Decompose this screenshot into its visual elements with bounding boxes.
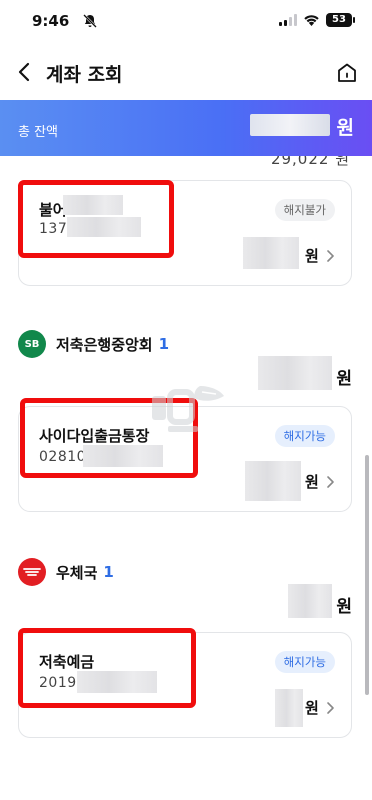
signal-icon xyxy=(279,14,297,26)
scrollbar[interactable] xyxy=(365,455,369,695)
org-header: SB 저축은행중앙회 1 xyxy=(18,330,169,358)
org-amount-unit: 원 xyxy=(336,597,352,617)
org-icon-text: SB xyxy=(24,338,40,350)
status-badge: 해지불가 xyxy=(274,199,335,221)
home-icon[interactable] xyxy=(336,62,358,84)
redacted-amount xyxy=(243,237,299,269)
korea-post-logo-icon xyxy=(18,558,46,586)
org-name: 저축은행중앙회 xyxy=(56,335,153,354)
back-icon[interactable] xyxy=(14,60,36,84)
org-header: 우체국 1 xyxy=(18,558,114,586)
redacted-amount xyxy=(245,461,301,501)
redacted-amount xyxy=(258,356,332,390)
amount-unit: 원 xyxy=(305,473,319,491)
chevron-right-icon xyxy=(327,250,334,262)
chevron-right-icon xyxy=(327,476,334,488)
status-indicators: 53 xyxy=(279,13,355,27)
org-count: 1 xyxy=(158,335,170,353)
status-bar: 9:46 53 xyxy=(0,0,372,44)
app-header: 계좌 조회 xyxy=(0,44,372,100)
status-badge: 해지가능 xyxy=(274,425,335,447)
total-balance-unit: 원 xyxy=(336,117,354,139)
org-count: 1 xyxy=(103,563,114,581)
account-list[interactable]: 29,022 원 불어 137 해지불가 원 SB 저축은행중앙회 1 원 사이… xyxy=(0,156,372,800)
org-name: 우체국 xyxy=(56,563,98,582)
status-time: 9:46 xyxy=(32,12,70,30)
chevron-right-icon xyxy=(327,702,334,714)
battery-icon: 53 xyxy=(326,13,355,27)
total-balance-bar: 총 잔액 원 xyxy=(0,100,372,156)
redacted-amount xyxy=(288,584,332,618)
battery-level: 53 xyxy=(332,14,346,25)
bell-off-icon xyxy=(83,14,97,28)
highlight-box xyxy=(18,180,174,258)
page-title: 계좌 조회 xyxy=(46,64,123,86)
redacted-amount xyxy=(275,689,303,727)
clipped-amount: 29,022 원 xyxy=(270,156,350,168)
savings-bank-logo-icon: SB xyxy=(18,330,46,358)
post-swallow-icon xyxy=(23,568,41,576)
status-badge: 해지가능 xyxy=(274,651,335,673)
amount-unit: 원 xyxy=(305,699,319,717)
org-amount-unit: 원 xyxy=(336,369,352,389)
amount-unit: 원 xyxy=(305,247,319,265)
wifi-icon xyxy=(304,15,319,26)
highlight-box xyxy=(18,628,196,708)
watermark-logo-icon xyxy=(152,386,224,432)
total-balance-redacted xyxy=(250,114,330,136)
total-balance-label: 총 잔액 xyxy=(18,125,59,140)
